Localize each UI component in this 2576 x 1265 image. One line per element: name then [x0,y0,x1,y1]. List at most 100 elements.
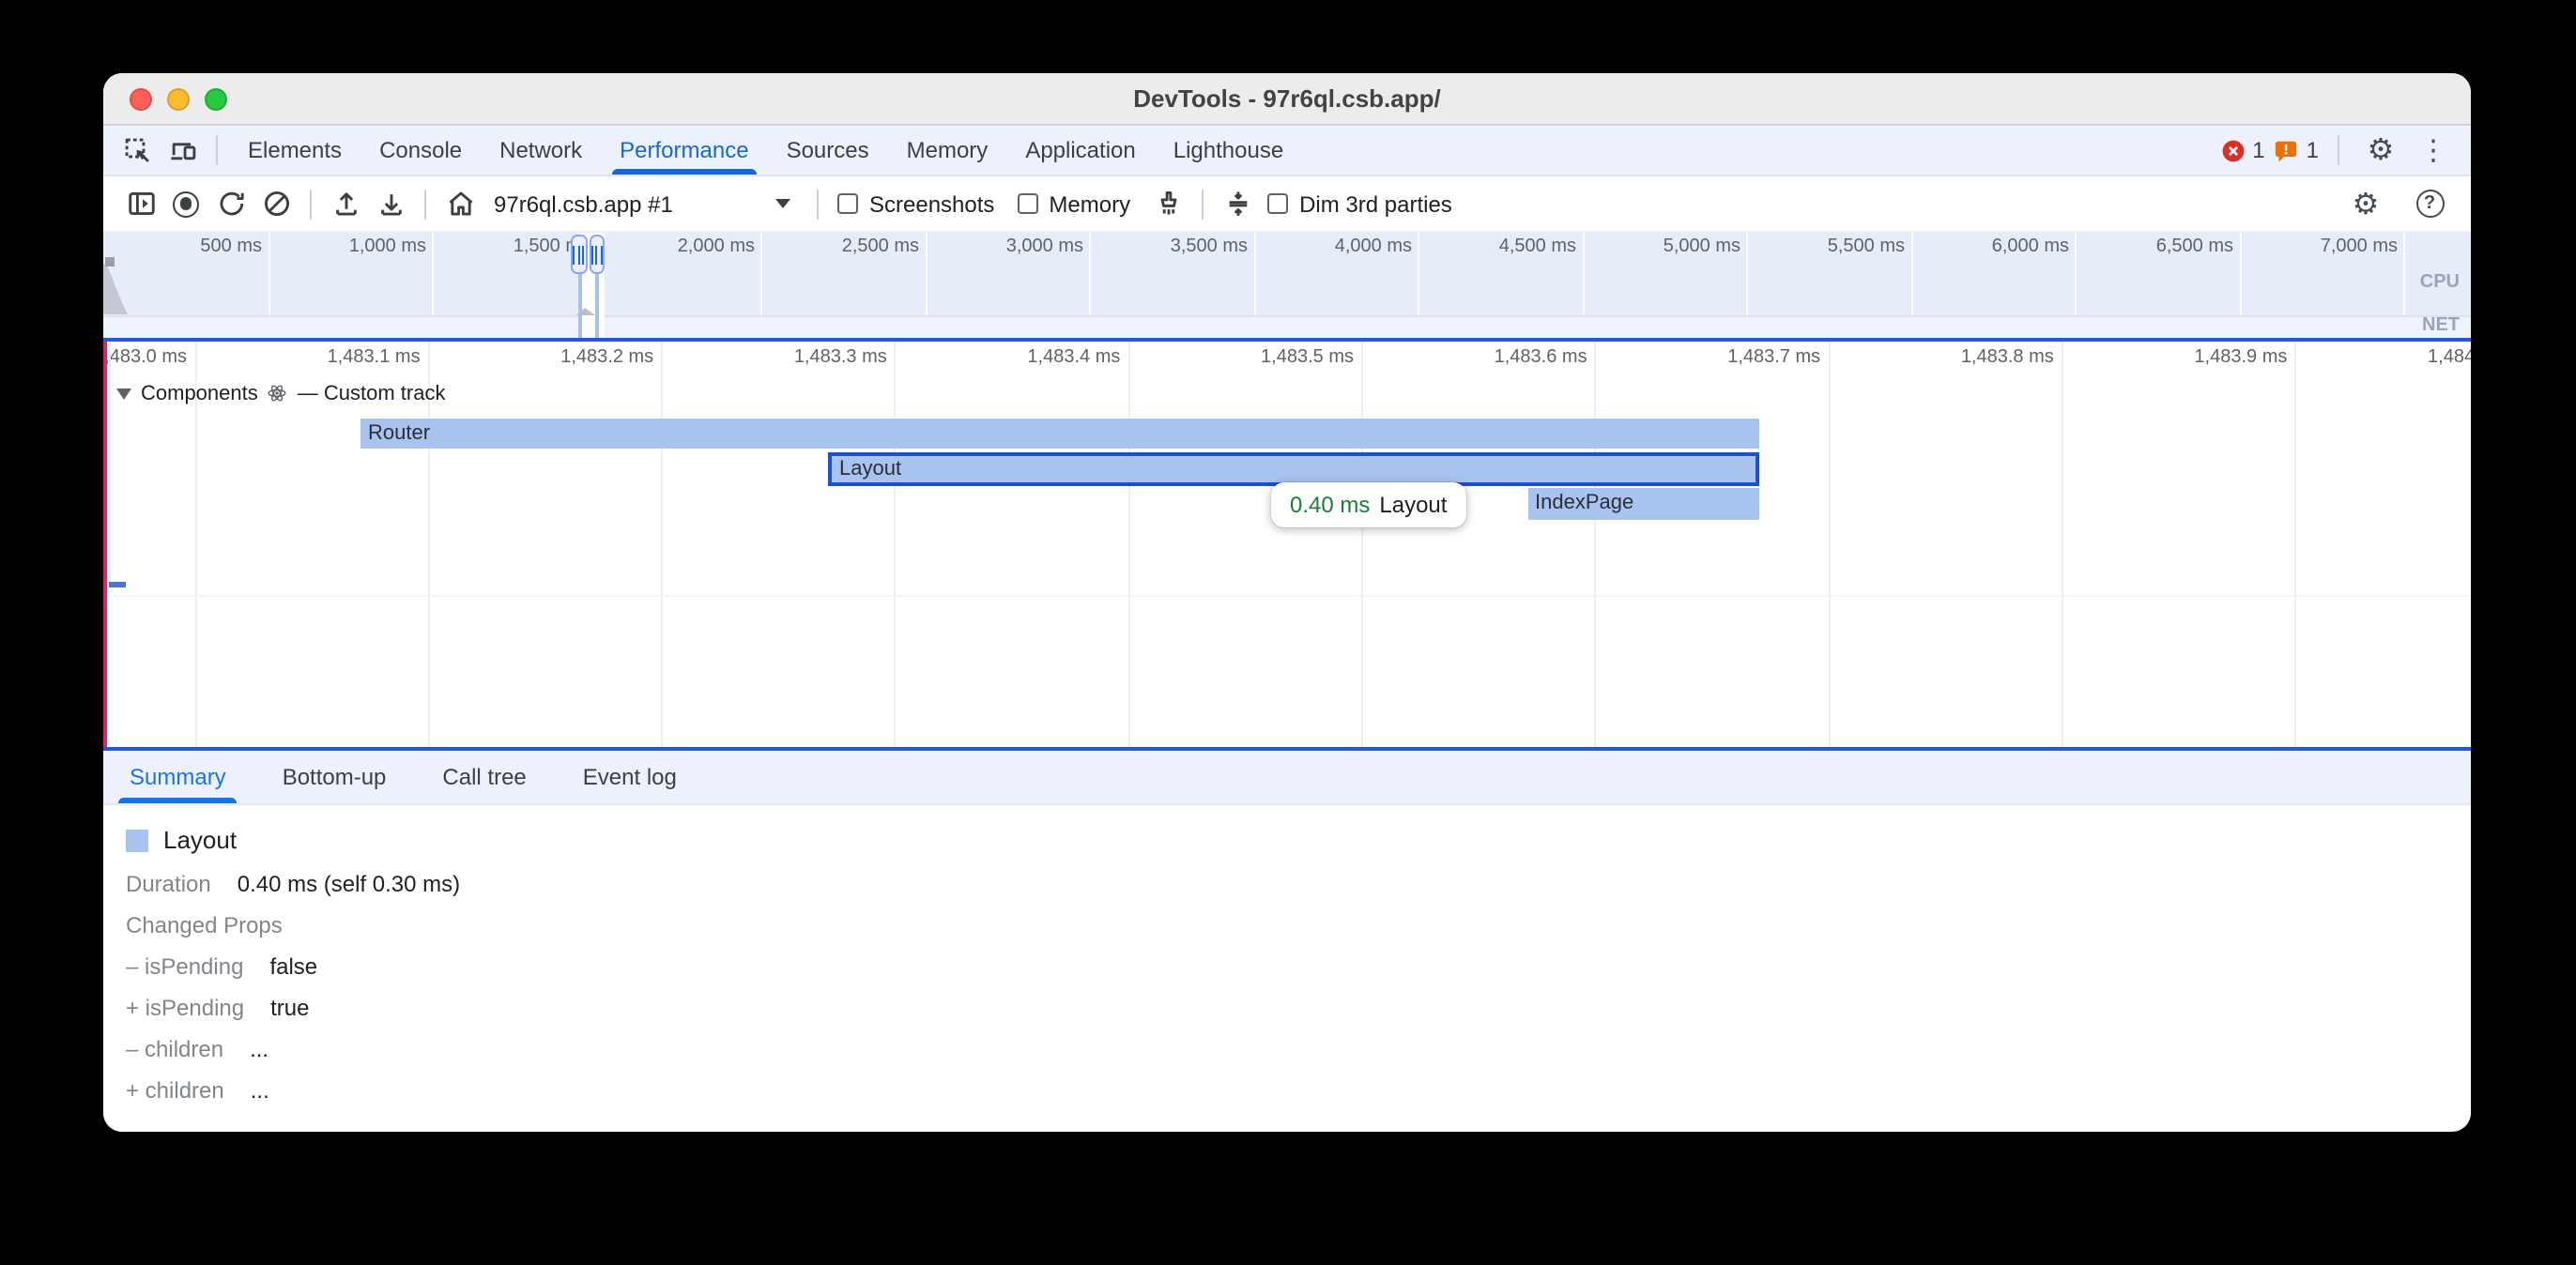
summary-row-value: 0.40 ms (self 0.30 ms) [238,870,460,896]
upload-profile-icon[interactable] [323,181,368,226]
summary-row: Changed Props [126,904,2471,945]
summary-tab-event-log[interactable]: Event log [579,750,681,802]
tab-memory[interactable]: Memory [888,126,1007,175]
summary-panel: Layout Duration 0.40 ms (self 0.30 ms) Cha… [103,804,2471,1132]
details-gridline [661,341,663,746]
divider [817,189,819,219]
tab-bar-right: 1 1 ⚙ ⋮ [2218,128,2456,173]
summary-row-label: – isPending [126,953,243,979]
tab-elements[interactable]: Elements [229,126,360,175]
summary-row: – children... [126,1028,2471,1069]
console-errors-badge[interactable]: 1 [2218,136,2264,164]
details-tick-label: 1,483.1 ms [229,346,421,367]
download-profile-icon[interactable] [368,181,413,226]
more-options-icon[interactable]: ⋮ [2411,128,2456,173]
summary-row: – isPendingfalse [126,945,2471,986]
checkbox-box[interactable] [837,193,858,214]
checkbox-screenshots[interactable]: Screenshots [837,191,994,217]
tab-application[interactable]: Application [1006,126,1154,175]
devtools-window: DevTools - 97r6ql.csb.app/ ElementsConso… [103,73,2471,1132]
details-tick-label: 1,483.9 ms [2095,346,2287,367]
row-gridline [103,595,2471,597]
error-icon [2218,136,2246,164]
details-gridline [1127,341,1129,746]
flame-bar-router[interactable]: Router [360,419,1758,449]
window-title: DevTools - 97r6ql.csb.app/ [103,84,2471,113]
overview-tick-label: 3,500 ms [1079,236,1248,257]
tooltip-name: Layout [1379,492,1447,518]
checkbox-box[interactable] [1017,193,1037,214]
event-color-swatch [126,829,148,851]
device-toolbar-icon[interactable] [160,128,205,173]
record-and-reload-icon[interactable] [208,181,253,226]
collapsed-track-marker [109,582,126,587]
settings-gear-icon[interactable]: ⚙ [2358,128,2403,173]
details-gridline [1595,341,1597,746]
overview-tick-label: 5,500 ms [1736,236,1905,257]
home-icon[interactable] [437,181,483,226]
selection-handle-left[interactable] [571,235,587,274]
target-selector-value: 97r6ql.csb.app #1 [494,191,673,217]
zoom-window-button[interactable] [205,87,227,110]
collapse-tracks-icon[interactable] [1215,181,1260,226]
summary-row-label: Duration [126,870,211,896]
screen: DevTools - 97r6ql.csb.app/ ElementsConso… [0,0,2576,1265]
overview-tick-label: 5,000 ms [1572,236,1740,257]
details-tick-label: 1,483.3 ms [696,346,887,367]
track-suffix: — Custom track [298,382,446,404]
divider [424,189,426,219]
flame-bar-label: IndexPage [1527,493,1633,515]
titlebar: DevTools - 97r6ql.csb.app/ [103,73,2471,126]
summary-title-row: Layout [126,817,2471,862]
toggle-sidebar-icon[interactable] [118,181,163,226]
summary-row-label: + isPending [126,994,244,1020]
selection-handle-right[interactable] [589,235,605,274]
components-track-header[interactable]: Components — Custom track [116,382,445,404]
overview-tick-label: 500 ms [103,236,262,257]
flame-bar-indexpage[interactable]: IndexPage [1527,488,1759,519]
checkbox-memory[interactable]: Memory [1017,191,1130,217]
summary-row-value: true [270,994,309,1020]
overview-tick-label: 6,500 ms [2064,236,2233,257]
overview-tick-label: 3,000 ms [914,236,1083,257]
issue-icon [2273,136,2301,164]
minimize-window-button[interactable] [167,87,190,110]
overview-tick-label: 2,000 ms [586,236,755,257]
net-lane-label: NET [2422,315,2460,336]
garbage-collect-icon[interactable] [1145,181,1190,226]
record-icon[interactable] [163,181,208,226]
overview-tick-label: 4,000 ms [1243,236,1412,257]
summary-row-label: Changed Props [126,911,283,937]
inspect-element-icon[interactable] [115,128,160,173]
help-icon[interactable]: ? [2407,181,2452,226]
capture-settings-gear-icon[interactable]: ⚙ [2343,181,2388,226]
cpu-activity-shape [103,259,128,314]
issues-badge[interactable]: 1 [2273,136,2319,164]
summary-row: + isPending true [126,986,2471,1028]
target-selector-dropdown[interactable]: 97r6ql.csb.app #1 [483,183,805,224]
summary-row: Duration 0.40 ms (self 0.30 ms) [126,862,2471,904]
tab-performance[interactable]: Performance [601,126,767,175]
details-tick-label: 1,483.6 ms [1396,346,1587,367]
chevron-down-icon [775,199,790,208]
flame-bar-layout[interactable]: Layout [828,452,1759,485]
tooltip-duration: 0.40 ms [1290,492,1370,518]
tab-network[interactable]: Network [481,126,601,175]
timeline-overview[interactable]: 500 ms1,000 ms1,500 ms2,000 ms2,500 ms3,… [103,233,2471,337]
clear-icon[interactable] [253,181,299,226]
summary-tab-bottom-up[interactable]: Bottom-up [279,750,391,802]
flame-chart-details[interactable]: 1,483.0 ms1,483.1 ms1,483.2 ms1,483.3 ms… [103,341,2471,746]
screenshot-thumb [105,257,115,267]
close-window-button[interactable] [130,87,152,110]
summary-tab-call-tree[interactable]: Call tree [438,750,529,802]
summary-tab-summary[interactable]: Summary [126,750,230,802]
checkbox-dim-3rd-parties[interactable]: Dim 3rd parties [1267,191,1452,217]
details-tick-label: 1,483.7 ms [1629,346,1820,367]
summary-tab-bar: Summary Bottom-up Call tree Event log [103,750,2471,804]
tab-lighthouse[interactable]: Lighthouse [1155,126,1302,175]
checkbox-box[interactable] [1267,193,1288,214]
track-edge-line [109,341,111,587]
tab-sources[interactable]: Sources [768,126,888,175]
overview-tick-label: 4,500 ms [1407,236,1576,257]
tab-console[interactable]: Console [360,126,481,175]
